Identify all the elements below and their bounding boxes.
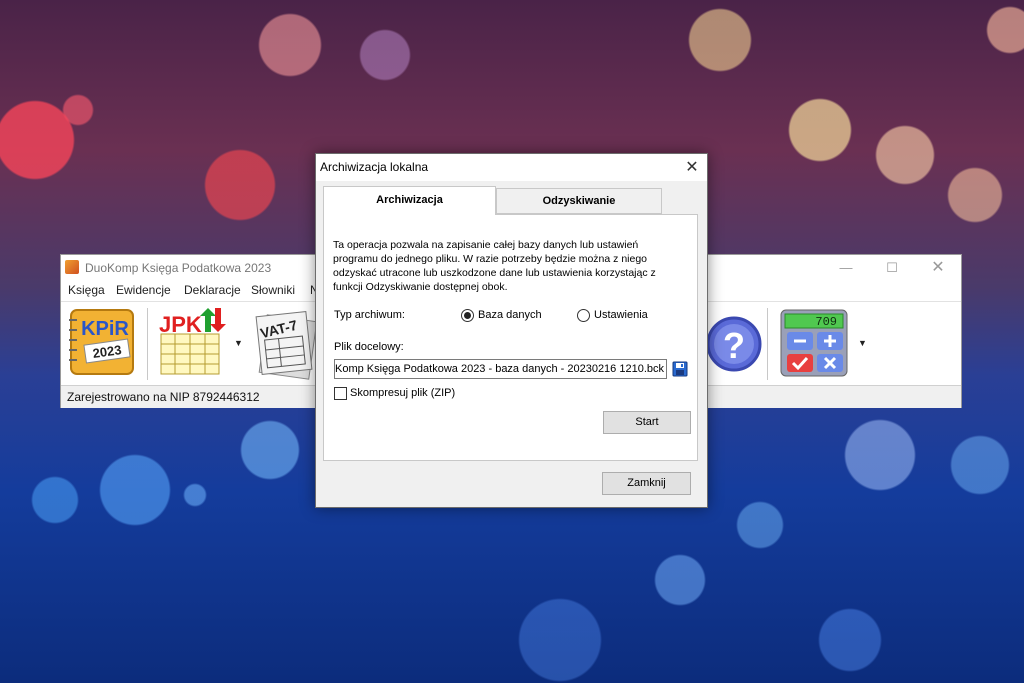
menu-ewidencje[interactable]: Ewidencje (116, 283, 171, 297)
dialog-titlebar[interactable]: Archiwizacja lokalna ✕ (316, 154, 707, 181)
help-icon: ? (706, 316, 762, 372)
help-button[interactable]: ? (704, 308, 762, 378)
dialog-title: Archiwizacja lokalna (320, 160, 429, 174)
archive-tab-panel: Ta operacja pozwala na zapisanie całej b… (323, 214, 698, 461)
radio-database-label[interactable]: Baza danych (478, 309, 542, 321)
save-file-button[interactable] (672, 361, 688, 377)
close-icon[interactable]: ✕ (915, 255, 961, 281)
compress-checkbox[interactable] (334, 387, 347, 400)
dialog-close-icon[interactable]: ✕ (677, 154, 707, 181)
menu-slowniki[interactable]: Słowniki (251, 283, 295, 297)
kpir-button[interactable]: KPiR 2023 (65, 304, 141, 382)
calc-display: 709 (815, 315, 837, 329)
floppy-disk-icon (672, 361, 688, 377)
compress-label[interactable]: Skompresuj plik (ZIP) (350, 387, 455, 399)
registration-status: Zarejestrowano na NIP 8792446312 (67, 390, 260, 404)
menu-ksiega[interactable]: Księga (68, 283, 105, 297)
svg-text:?: ? (723, 325, 745, 366)
target-file-input[interactable]: DuoKomp Księga Podatkowa 2023 - baza dan… (334, 359, 667, 379)
archive-dialog: Archiwizacja lokalna ✕ Archiwizacja Odzy… (315, 153, 708, 508)
toolbar-separator (147, 308, 148, 380)
app-icon (65, 260, 79, 274)
toolbar-separator (767, 308, 768, 380)
close-button[interactable]: Zamknij (602, 472, 691, 495)
jpk-button[interactable]: JPK (153, 304, 227, 382)
archive-type-label: Typ archiwum: (334, 309, 405, 321)
calculator-dropdown-icon[interactable]: ▼ (858, 338, 867, 348)
kpir-label: KPiR (81, 318, 129, 340)
menu-deklaracje[interactable]: Deklaracje (184, 283, 241, 297)
calculator-button[interactable]: 709 (775, 306, 851, 380)
minimize-button[interactable]: — (823, 255, 869, 281)
jpk-table-icon: JPK (159, 308, 226, 375)
app-title: DuoKomp Księga Podatkowa 2023 (85, 261, 272, 275)
start-button[interactable]: Start (603, 411, 691, 434)
tab-odzyskiwanie[interactable]: Odzyskiwanie (496, 188, 662, 214)
calculator-icon: 709 (780, 309, 848, 377)
vat7-button[interactable]: VAT-7 (249, 304, 319, 382)
jpk-label: JPK (159, 312, 202, 337)
vat7-form-icon: VAT-7 (255, 310, 318, 380)
radio-settings[interactable] (577, 309, 590, 322)
operation-description: Ta operacja pozwala na zapisanie całej b… (333, 239, 656, 293)
jpk-dropdown-icon[interactable]: ▼ (234, 338, 243, 348)
target-file-label: Plik docelowy: (334, 341, 404, 353)
maximize-button[interactable]: ☐ (869, 255, 915, 281)
radio-settings-label[interactable]: Ustawienia (594, 309, 648, 321)
tab-archiwizacja[interactable]: Archiwizacja (323, 186, 496, 215)
radio-database[interactable] (461, 309, 474, 322)
kpir-book-icon: KPiR 2023 (69, 309, 134, 375)
